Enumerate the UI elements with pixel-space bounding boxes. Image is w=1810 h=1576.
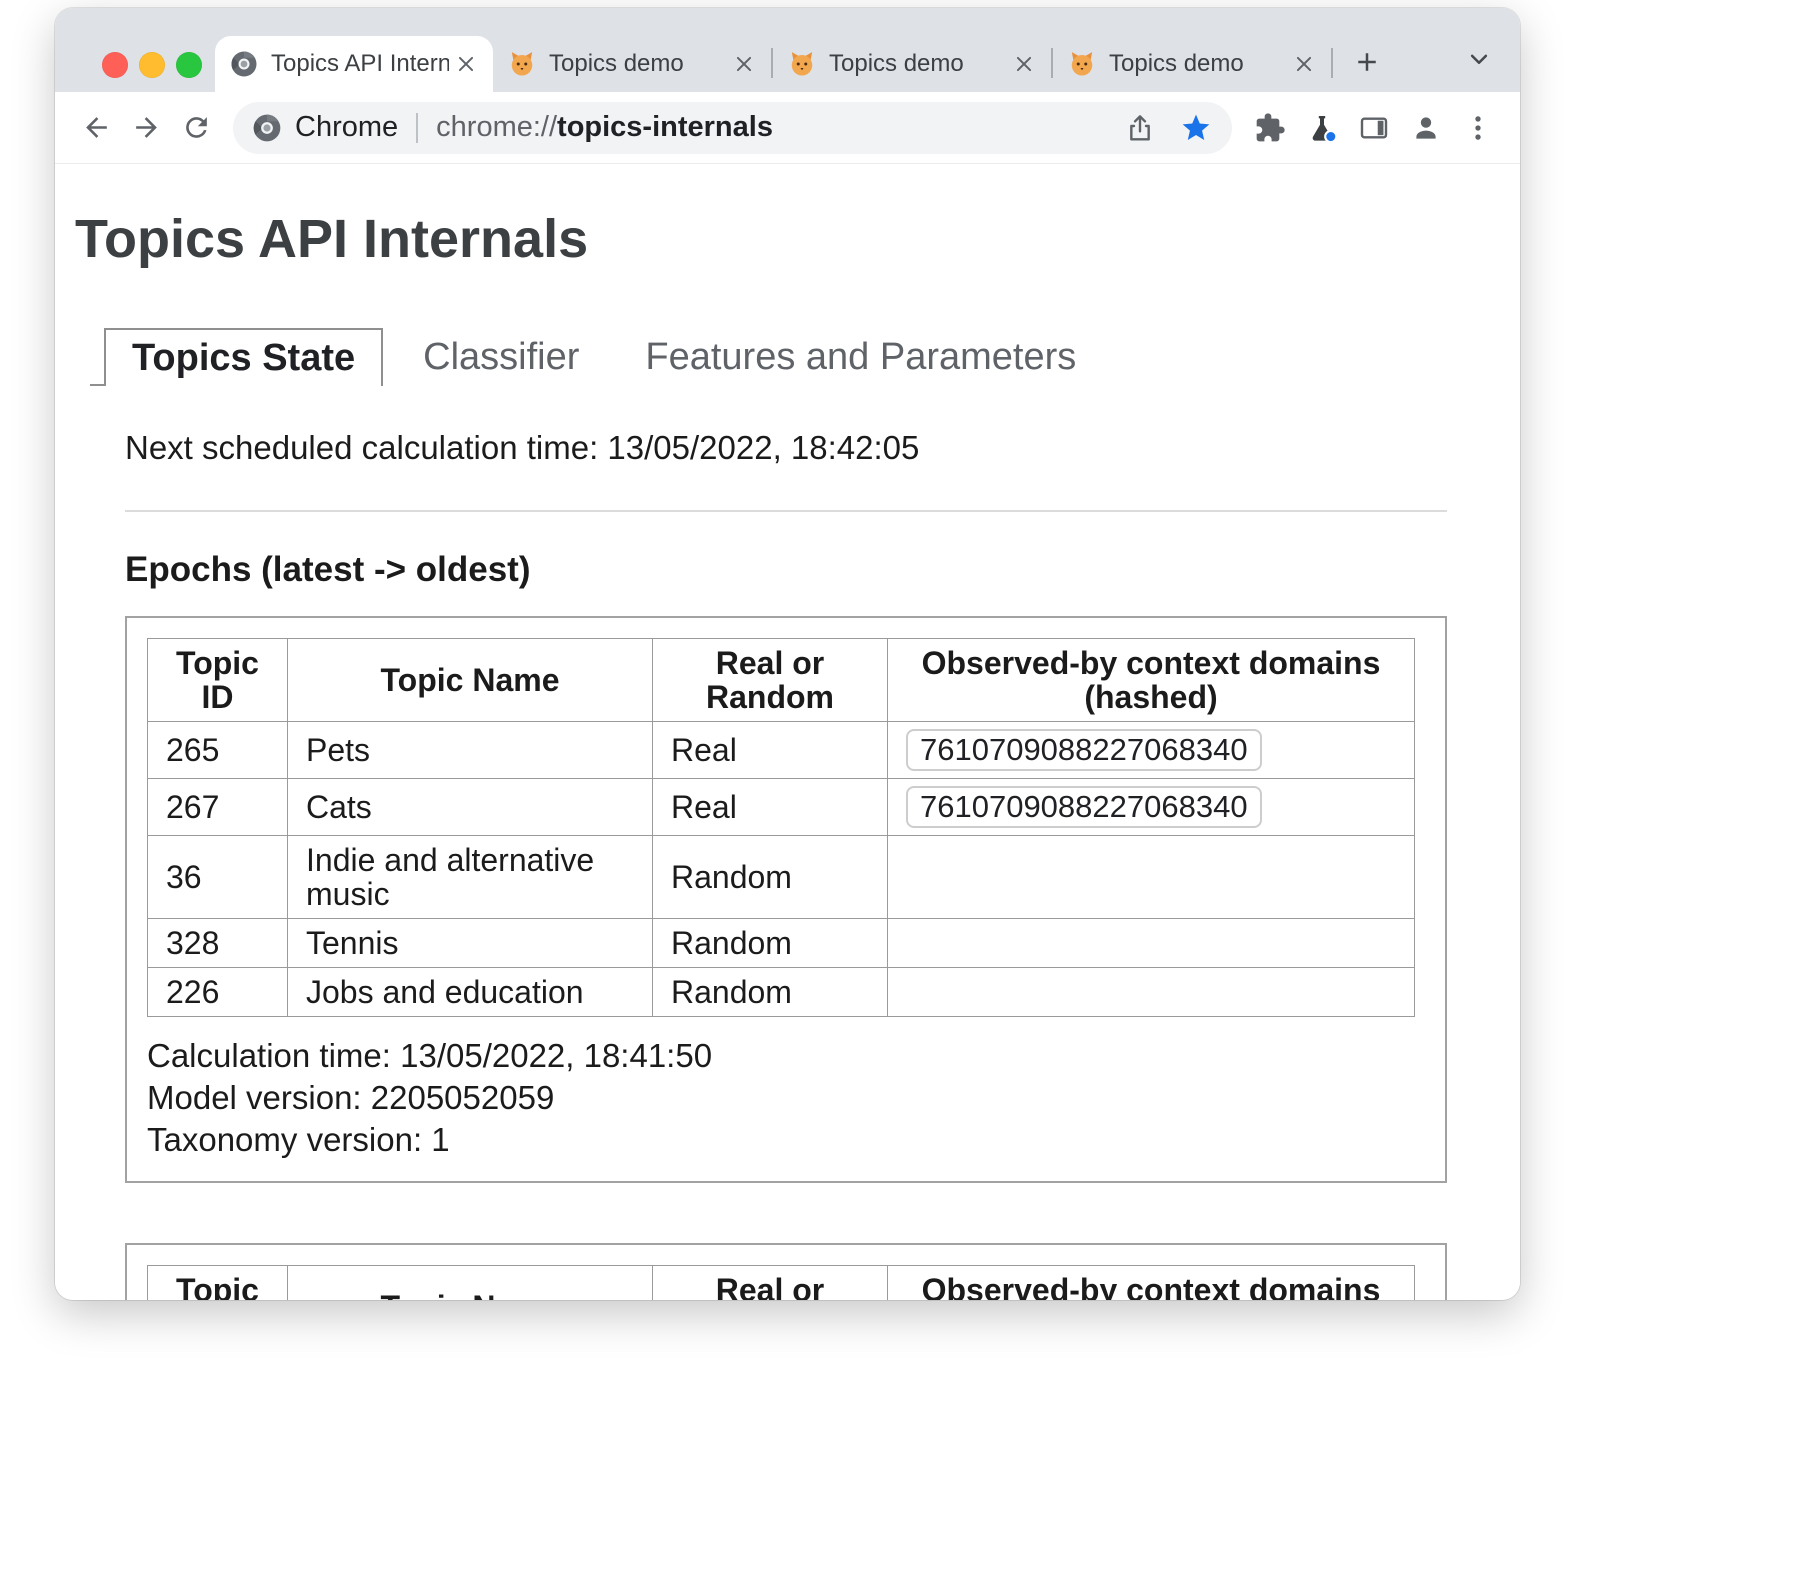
labs-flask-icon[interactable] bbox=[1296, 103, 1348, 153]
divider bbox=[125, 510, 1447, 512]
tab-title: Topics demo bbox=[549, 50, 727, 78]
extensions-puzzle-icon[interactable] bbox=[1244, 103, 1296, 153]
close-tab-icon[interactable] bbox=[731, 51, 757, 77]
chip-divider bbox=[416, 113, 418, 143]
cat-icon bbox=[787, 49, 817, 79]
real-or-random-cell: Real bbox=[653, 779, 888, 836]
share-icon[interactable] bbox=[1122, 110, 1158, 146]
tab-title: Topics API Intern bbox=[271, 50, 449, 78]
close-tab-icon[interactable] bbox=[453, 51, 479, 77]
observed-domains-value[interactable]: 7610709088227068340 bbox=[906, 729, 1262, 771]
epoch-block: Topic ID Topic Name Real or Random Obser… bbox=[125, 616, 1447, 1183]
topic-name-cell: Indie and alternative music bbox=[288, 836, 653, 919]
url-host: topics-internals bbox=[557, 111, 773, 143]
tab-classifier[interactable]: Classifier bbox=[397, 328, 605, 386]
browser-window: Topics API Intern Topics demo Topics dem… bbox=[55, 8, 1520, 1300]
table-row: 267 Cats Real 7610709088227068340 bbox=[148, 779, 1415, 836]
topic-name-cell: Pets bbox=[288, 722, 653, 779]
observed-domains-cell: 7610709088227068340 bbox=[888, 779, 1415, 836]
forward-button[interactable] bbox=[121, 103, 171, 153]
observed-domains-value[interactable]: 7610709088227068340 bbox=[906, 786, 1262, 828]
tab-topics-state[interactable]: Topics State bbox=[104, 328, 383, 386]
table-row: 265 Pets Real 7610709088227068340 bbox=[148, 722, 1415, 779]
side-panel-icon[interactable] bbox=[1348, 103, 1400, 153]
topic-id-cell: 267 bbox=[148, 779, 288, 836]
browser-tab-topics-demo-1[interactable]: Topics demo bbox=[493, 36, 771, 92]
page-tab-strip: Topics State Classifier Features and Par… bbox=[90, 328, 1500, 386]
topic-id-header: Topic ID bbox=[148, 1266, 288, 1301]
real-or-random-header: Real or Random bbox=[653, 639, 888, 722]
cat-icon bbox=[507, 49, 537, 79]
minimize-window-button[interactable] bbox=[139, 52, 165, 78]
reload-button[interactable] bbox=[171, 103, 221, 153]
topics-state-panel: Next scheduled calculation time: 13/05/2… bbox=[125, 428, 1447, 1300]
real-or-random-cell: Random bbox=[653, 836, 888, 919]
table-row: 36 Indie and alternative music Random bbox=[148, 836, 1415, 919]
tab-search-chevron-icon[interactable] bbox=[1462, 42, 1496, 76]
window-controls bbox=[102, 52, 202, 78]
next-calculation-time: Next scheduled calculation time: 13/05/2… bbox=[125, 428, 1447, 468]
back-button[interactable] bbox=[71, 103, 121, 153]
table-row: 328 Tennis Random bbox=[148, 919, 1415, 968]
tab-title: Topics demo bbox=[1109, 50, 1287, 78]
profile-avatar-icon[interactable] bbox=[1400, 103, 1452, 153]
epoch-table: Topic ID Topic Name Real or Random Obser… bbox=[147, 638, 1415, 1017]
address-bar[interactable]: Chrome chrome://topics-internals bbox=[233, 102, 1232, 154]
epoch-block: Topic ID Topic Name Real or Random Obser… bbox=[125, 1243, 1447, 1300]
close-tab-icon[interactable] bbox=[1291, 51, 1317, 77]
table-header-row: Topic ID Topic Name Real or Random Obser… bbox=[148, 1266, 1415, 1301]
epoch-table: Topic ID Topic Name Real or Random Obser… bbox=[147, 1265, 1415, 1300]
taxonomy-version: Taxonomy version: 1 bbox=[147, 1119, 1425, 1161]
menu-kebab-icon[interactable] bbox=[1452, 103, 1504, 153]
epochs-heading: Epochs (latest -> oldest) bbox=[125, 548, 1447, 592]
observed-domains-cell bbox=[888, 968, 1415, 1017]
cat-icon bbox=[1067, 49, 1097, 79]
browser-tab-topics-demo-2[interactable]: Topics demo bbox=[773, 36, 1051, 92]
new-tab-button[interactable] bbox=[1347, 42, 1387, 82]
topic-id-cell: 328 bbox=[148, 919, 288, 968]
real-or-random-cell: Random bbox=[653, 968, 888, 1017]
table-row: 226 Jobs and education Random bbox=[148, 968, 1415, 1017]
tab-strip: Topics API Intern Topics demo Topics dem… bbox=[55, 8, 1520, 92]
tab-features-and-parameters[interactable]: Features and Parameters bbox=[619, 328, 1102, 386]
chrome-page-icon bbox=[229, 49, 259, 79]
observed-domains-cell: 7610709088227068340 bbox=[888, 722, 1415, 779]
browser-tab-topics-internals[interactable]: Topics API Intern bbox=[215, 36, 493, 92]
real-or-random-cell: Random bbox=[653, 919, 888, 968]
real-or-random-header: Real or Random bbox=[653, 1266, 888, 1301]
zoom-window-button[interactable] bbox=[176, 52, 202, 78]
observed-domains-header: Observed-by context domains (hashed) bbox=[888, 639, 1415, 722]
url-scheme: chrome:// bbox=[436, 111, 557, 143]
observed-domains-cell bbox=[888, 919, 1415, 968]
bookmark-star-icon[interactable] bbox=[1178, 110, 1214, 146]
site-chip-label: Chrome bbox=[295, 111, 398, 144]
topic-name-cell: Tennis bbox=[288, 919, 653, 968]
page-title: Topics API Internals bbox=[75, 208, 1500, 270]
observed-domains-header: Observed-by context domains (hashed) bbox=[888, 1266, 1415, 1301]
calculation-time: Calculation time: 13/05/2022, 18:41:50 bbox=[147, 1035, 1425, 1077]
topic-name-cell: Cats bbox=[288, 779, 653, 836]
close-window-button[interactable] bbox=[102, 52, 128, 78]
topic-id-cell: 226 bbox=[148, 968, 288, 1017]
observed-domains-cell bbox=[888, 836, 1415, 919]
browser-tab-topics-demo-3[interactable]: Topics demo bbox=[1053, 36, 1331, 92]
table-header-row: Topic ID Topic Name Real or Random Obser… bbox=[148, 639, 1415, 722]
topic-name-header: Topic Name bbox=[288, 639, 653, 722]
real-or-random-cell: Real bbox=[653, 722, 888, 779]
page-content: Topics API Internals Topics State Classi… bbox=[55, 164, 1520, 1300]
model-version: Model version: 2205052059 bbox=[147, 1077, 1425, 1119]
browser-tabs: Topics API Intern Topics demo Topics dem… bbox=[215, 36, 1387, 92]
topic-id-header: Topic ID bbox=[148, 639, 288, 722]
topic-name-header: Topic Name bbox=[288, 1266, 653, 1301]
topic-name-cell: Jobs and education bbox=[288, 968, 653, 1017]
tab-separator bbox=[1331, 48, 1333, 78]
topic-id-cell: 265 bbox=[148, 722, 288, 779]
chrome-logo-icon bbox=[251, 112, 283, 144]
browser-toolbar: Chrome chrome://topics-internals bbox=[55, 92, 1520, 164]
tab-title: Topics demo bbox=[829, 50, 1007, 78]
url-text: chrome://topics-internals bbox=[436, 111, 1102, 144]
topic-id-cell: 36 bbox=[148, 836, 288, 919]
close-tab-icon[interactable] bbox=[1011, 51, 1037, 77]
